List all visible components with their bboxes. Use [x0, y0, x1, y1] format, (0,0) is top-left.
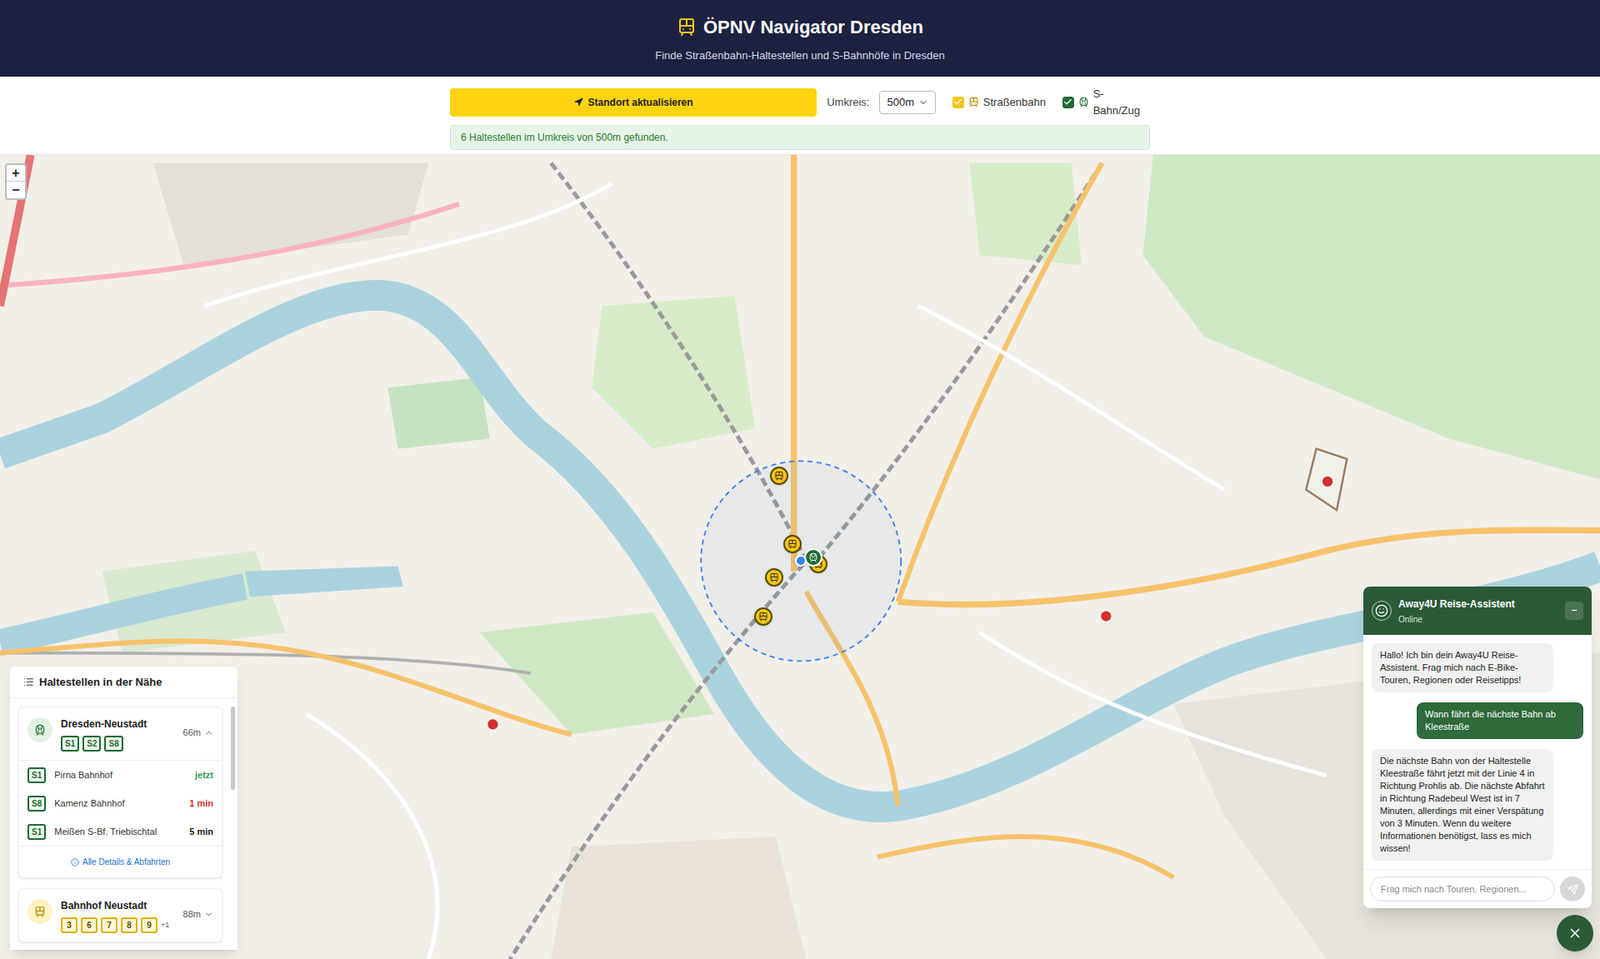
zoom-control: +−	[5, 163, 27, 200]
locate-button[interactable]: Standort aktualisieren	[450, 88, 817, 117]
app-subtitle: Finde Straßenbahn-Haltestellen und S-Bah…	[655, 47, 945, 65]
stop-distance: 88m	[183, 907, 201, 922]
departure-time: 1 min	[189, 796, 214, 811]
stops-panel: Haltestellen in der Nähe Dresden-Neustadt…	[10, 666, 238, 950]
departure-row[interactable]: S1 Pirna Bahnhof jetzt	[19, 760, 222, 790]
stop-distance: 66m	[183, 725, 201, 740]
checkbox-box[interactable]	[952, 96, 965, 109]
line-badge: S8	[104, 735, 123, 752]
stop-name: Dresden-Neustadt	[60, 717, 175, 731]
departure-row[interactable]: S8 Kamenz Bahnhof 1 min	[19, 789, 222, 818]
line-badge: S8	[27, 795, 46, 812]
checkbox-box[interactable]	[1062, 96, 1075, 109]
stop-card[interactable]: Bahnhof Neustadt 36789+1 88m	[18, 888, 223, 943]
stop-type-badge	[27, 717, 53, 743]
radius-label: Umkreis:	[826, 94, 870, 111]
train-icon	[808, 552, 819, 563]
chevron-down-icon[interactable]	[204, 910, 214, 920]
zoom-out-button[interactable]: −	[6, 181, 25, 199]
list-icon	[23, 676, 35, 688]
filter-checkbox[interactable]: S-Bahn/Zug	[1062, 85, 1150, 119]
tram-logo-icon	[676, 16, 697, 37]
tram-icon	[774, 470, 785, 481]
sbahn-stop-pin[interactable]	[804, 548, 823, 567]
tram-icon	[787, 539, 798, 550]
map[interactable]: +−Haltestellen in der NäheDresden-Neusta…	[0, 155, 1600, 959]
chat-widget: Away4U Reise-AssistentOnline− Hallo! Ich …	[1363, 586, 1592, 909]
line-badge: S1	[27, 767, 46, 784]
chevron-up-icon[interactable]	[204, 728, 214, 738]
tram-stop-pin[interactable]	[770, 466, 789, 485]
assistant-icon	[1375, 604, 1389, 618]
departure-destination: Kamenz Bahnhof	[54, 796, 181, 811]
line-badge: 3	[60, 917, 78, 934]
send-button[interactable]	[1560, 876, 1585, 902]
stop-name: Bahnhof Neustadt	[60, 899, 175, 913]
departure-destination: Meißen S-Bf. Triebischtal	[54, 825, 181, 840]
app-title: ÖPNV Navigator Dresden	[703, 13, 924, 41]
info-icon	[70, 858, 80, 867]
bot-message: Die nächste Bahn von der Haltestelle Kle…	[1371, 749, 1554, 861]
tram-icon	[34, 905, 46, 918]
status-message: 6 Haltestellen im Umkreis von 500m gefun…	[450, 125, 1150, 150]
close-icon	[1567, 925, 1583, 941]
train-icon	[34, 724, 46, 736]
navigation-icon	[574, 97, 584, 107]
user-message: Wann fährt die nächste Bahn ab Kleestraß…	[1416, 702, 1584, 740]
check-icon	[953, 97, 963, 107]
send-icon	[1567, 884, 1579, 895]
tram-stop-pin[interactable]	[783, 535, 802, 554]
filter-checkbox[interactable]: Straßenbahn	[952, 94, 1046, 111]
chevron-down-icon	[918, 97, 929, 108]
stop-card[interactable]: Dresden-NeustadtS1S2S866mS1Pirna Bahnhof…	[18, 706, 223, 879]
minimize-button[interactable]: −	[1565, 601, 1584, 620]
line-badge: 9	[140, 917, 158, 934]
tram-icon	[758, 611, 769, 622]
panel-scrollbar[interactable]	[230, 706, 235, 790]
departure-time: 5 min	[189, 825, 214, 840]
radius-select[interactable]: 500m	[879, 90, 935, 115]
tram-stop-pin[interactable]	[765, 568, 784, 587]
zoom-in-button[interactable]: +	[6, 165, 25, 182]
line-badge: S1	[60, 735, 80, 752]
chat-title: Away4U Reise-Assistent	[1398, 596, 1559, 612]
details-link[interactable]: Alle Details & Abfahrten	[82, 855, 170, 869]
line-badge: 7	[100, 917, 118, 934]
panel-title: Haltestellen in der Nähe	[39, 674, 162, 691]
controls: Standort aktualisieren Umkreis: 500m Straße…	[0, 76, 1600, 155]
departure-time: jetzt	[195, 768, 214, 783]
tram-stop-pin[interactable]	[754, 607, 773, 626]
location-dot	[795, 555, 807, 567]
chat-header: Away4U Reise-AssistentOnline−	[1363, 586, 1592, 635]
line-badge: S2	[82, 735, 101, 752]
header: ÖPNV Navigator Dresden Finde Straßenbahn-…	[0, 0, 1600, 77]
chat-status: Online	[1398, 613, 1559, 626]
tram-icon	[769, 572, 780, 583]
more-lines: +1	[160, 920, 170, 932]
bot-message: Hallo! Ich bin dein Away4U Reise-Assiste…	[1371, 643, 1554, 693]
chat-messages: Hallo! Ich bin dein Away4U Reise-Assiste…	[1363, 635, 1592, 870]
line-badge: S1	[27, 824, 46, 840]
train-icon	[1078, 96, 1090, 108]
stop-type-badge	[27, 899, 53, 925]
line-badge: 6	[80, 917, 98, 934]
departure-destination: Pirna Bahnhof	[54, 768, 187, 783]
tram-icon	[968, 96, 980, 108]
line-badge: 8	[120, 917, 138, 934]
check-icon	[1063, 97, 1073, 107]
app: ÖPNV Navigator Dresden Finde Straßenbahn-…	[0, 0, 1600, 959]
chat-close-button[interactable]	[1556, 915, 1594, 952]
chat-input[interactable]	[1370, 876, 1555, 902]
departure-row[interactable]: S1 Meißen S-Bf. Triebischtal 5 min	[19, 817, 222, 846]
